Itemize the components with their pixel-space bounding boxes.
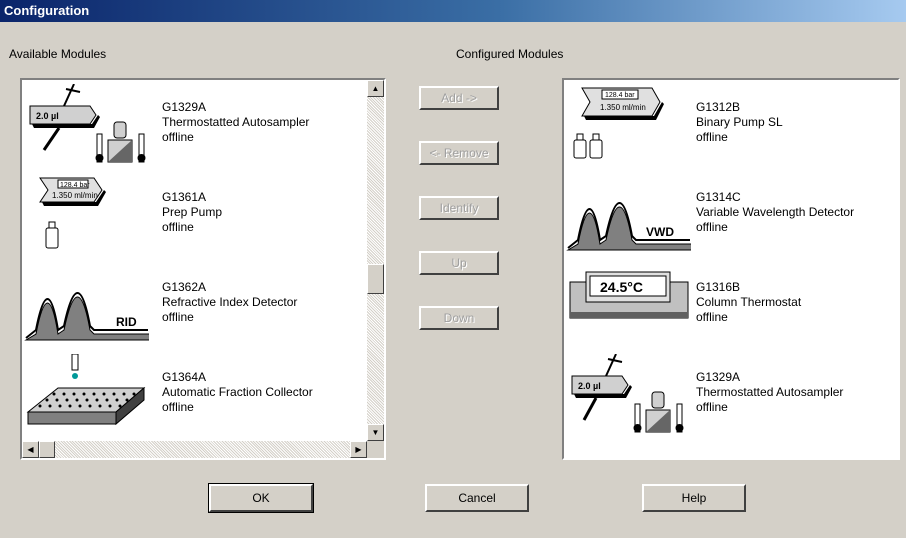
list-item[interactable]: 128.4 bar 1.350 ml/min G1312B Binary Pum…	[566, 84, 896, 174]
module-status: offline	[162, 130, 194, 144]
module-name: Refractive Index Detector	[162, 295, 298, 309]
module-id: G1312B	[696, 100, 741, 114]
list-item[interactable]: G1364A Automatic Fraction Collector offl…	[24, 354, 354, 444]
vertical-scrollbar[interactable]	[367, 80, 384, 441]
vertical-scroll-thumb[interactable]	[367, 264, 384, 294]
module-name: Variable Wavelength Detector	[696, 205, 855, 219]
module-status: offline	[696, 310, 728, 324]
scroll-right-button[interactable]: ▶	[350, 441, 367, 458]
module-name: Thermostatted Autosampler	[162, 115, 310, 129]
module-id: G1314C	[696, 190, 741, 204]
configured-modules-label: Configured Modules	[456, 47, 564, 61]
module-id: G1316B	[696, 280, 741, 294]
svg-text:128.4 bar: 128.4 bar	[60, 182, 90, 189]
svg-text:RID: RID	[116, 315, 137, 329]
autosampler-icon: 2.0 µl	[29, 84, 146, 163]
window-title: Configuration	[0, 0, 906, 22]
module-status: offline	[162, 400, 194, 414]
svg-text:2.0 µl: 2.0 µl	[36, 111, 59, 121]
help-button[interactable]: Help	[642, 484, 746, 512]
module-status: offline	[696, 400, 728, 414]
module-status: offline	[696, 220, 728, 234]
cancel-button[interactable]: Cancel	[425, 484, 529, 512]
down-button[interactable]: Down	[419, 306, 499, 330]
remove-button[interactable]: <- Remove	[419, 141, 499, 165]
svg-text:VWD: VWD	[646, 225, 674, 239]
module-name: Automatic Fraction Collector	[162, 385, 313, 399]
horizontal-scroll-thumb[interactable]	[39, 441, 55, 458]
module-id: G1361A	[162, 190, 207, 204]
list-item[interactable]: 24.5°C G1316B Column Thermostat offline	[566, 264, 896, 354]
list-item[interactable]: 2.0 µl G1329A Thermostatted Autosampler …	[24, 84, 354, 174]
binary-pump-icon: 128.4 bar 1.350 ml/min	[573, 87, 664, 159]
scroll-left-button[interactable]: ◀	[22, 441, 39, 458]
list-item[interactable]: RID G1362A Refractive Index Detector off…	[24, 264, 354, 354]
module-name: Column Thermostat	[696, 295, 802, 309]
svg-text:128.4 bar: 128.4 bar	[605, 92, 635, 99]
scroll-up-button[interactable]: ▲	[367, 80, 384, 97]
list-item[interactable]: 128.4 bar 1.350 ml/min G1361A Prep Pump …	[24, 174, 354, 264]
list-item[interactable]: VWD G1314C Variable Wavelength Detector …	[566, 174, 896, 264]
horizontal-scrollbar[interactable]	[22, 441, 367, 458]
identify-button[interactable]: Identify	[419, 196, 499, 220]
module-name: Thermostatted Autosampler	[696, 385, 844, 399]
module-name: Prep Pump	[162, 205, 223, 219]
up-button[interactable]: Up	[419, 251, 499, 275]
module-status: offline	[162, 310, 194, 324]
module-id: G1329A	[696, 370, 741, 384]
column-thermostat-icon: 24.5°C	[569, 271, 689, 319]
add-button[interactable]: Add ->	[419, 86, 499, 110]
fraction-collector-icon	[26, 354, 146, 426]
available-modules-label: Available Modules	[9, 47, 107, 61]
scrollbar-corner	[367, 441, 384, 458]
module-name: Binary Pump SL	[696, 115, 783, 129]
list-item[interactable]: 2.0 µl G1329A Thermostatted Autosampler …	[566, 354, 896, 444]
ok-button[interactable]: OK	[208, 483, 314, 513]
module-id: G1362A	[162, 280, 207, 294]
svg-text:1.350 ml/min: 1.350 ml/min	[52, 191, 98, 200]
detector-icon: VWD	[566, 202, 691, 251]
autosampler-icon: 2.0 µl	[571, 354, 684, 433]
svg-text:2.0 µl: 2.0 µl	[578, 381, 601, 391]
detector-icon: RID	[24, 292, 149, 341]
configured-modules-list[interactable]: 128.4 bar 1.350 ml/min G1312B Binary Pum…	[562, 78, 900, 460]
svg-text:1.350 ml/min: 1.350 ml/min	[600, 103, 646, 112]
available-modules-list[interactable]: 2.0 µl G1329A Thermostatted Autosampler …	[20, 78, 386, 460]
module-status: offline	[162, 220, 194, 234]
module-id: G1364A	[162, 370, 207, 384]
module-status: offline	[696, 130, 728, 144]
module-id: G1329A	[162, 100, 207, 114]
svg-text:24.5°C: 24.5°C	[600, 279, 643, 295]
scroll-down-button[interactable]: ▼	[367, 424, 384, 441]
pump-icon: 128.4 bar 1.350 ml/min	[39, 177, 106, 249]
